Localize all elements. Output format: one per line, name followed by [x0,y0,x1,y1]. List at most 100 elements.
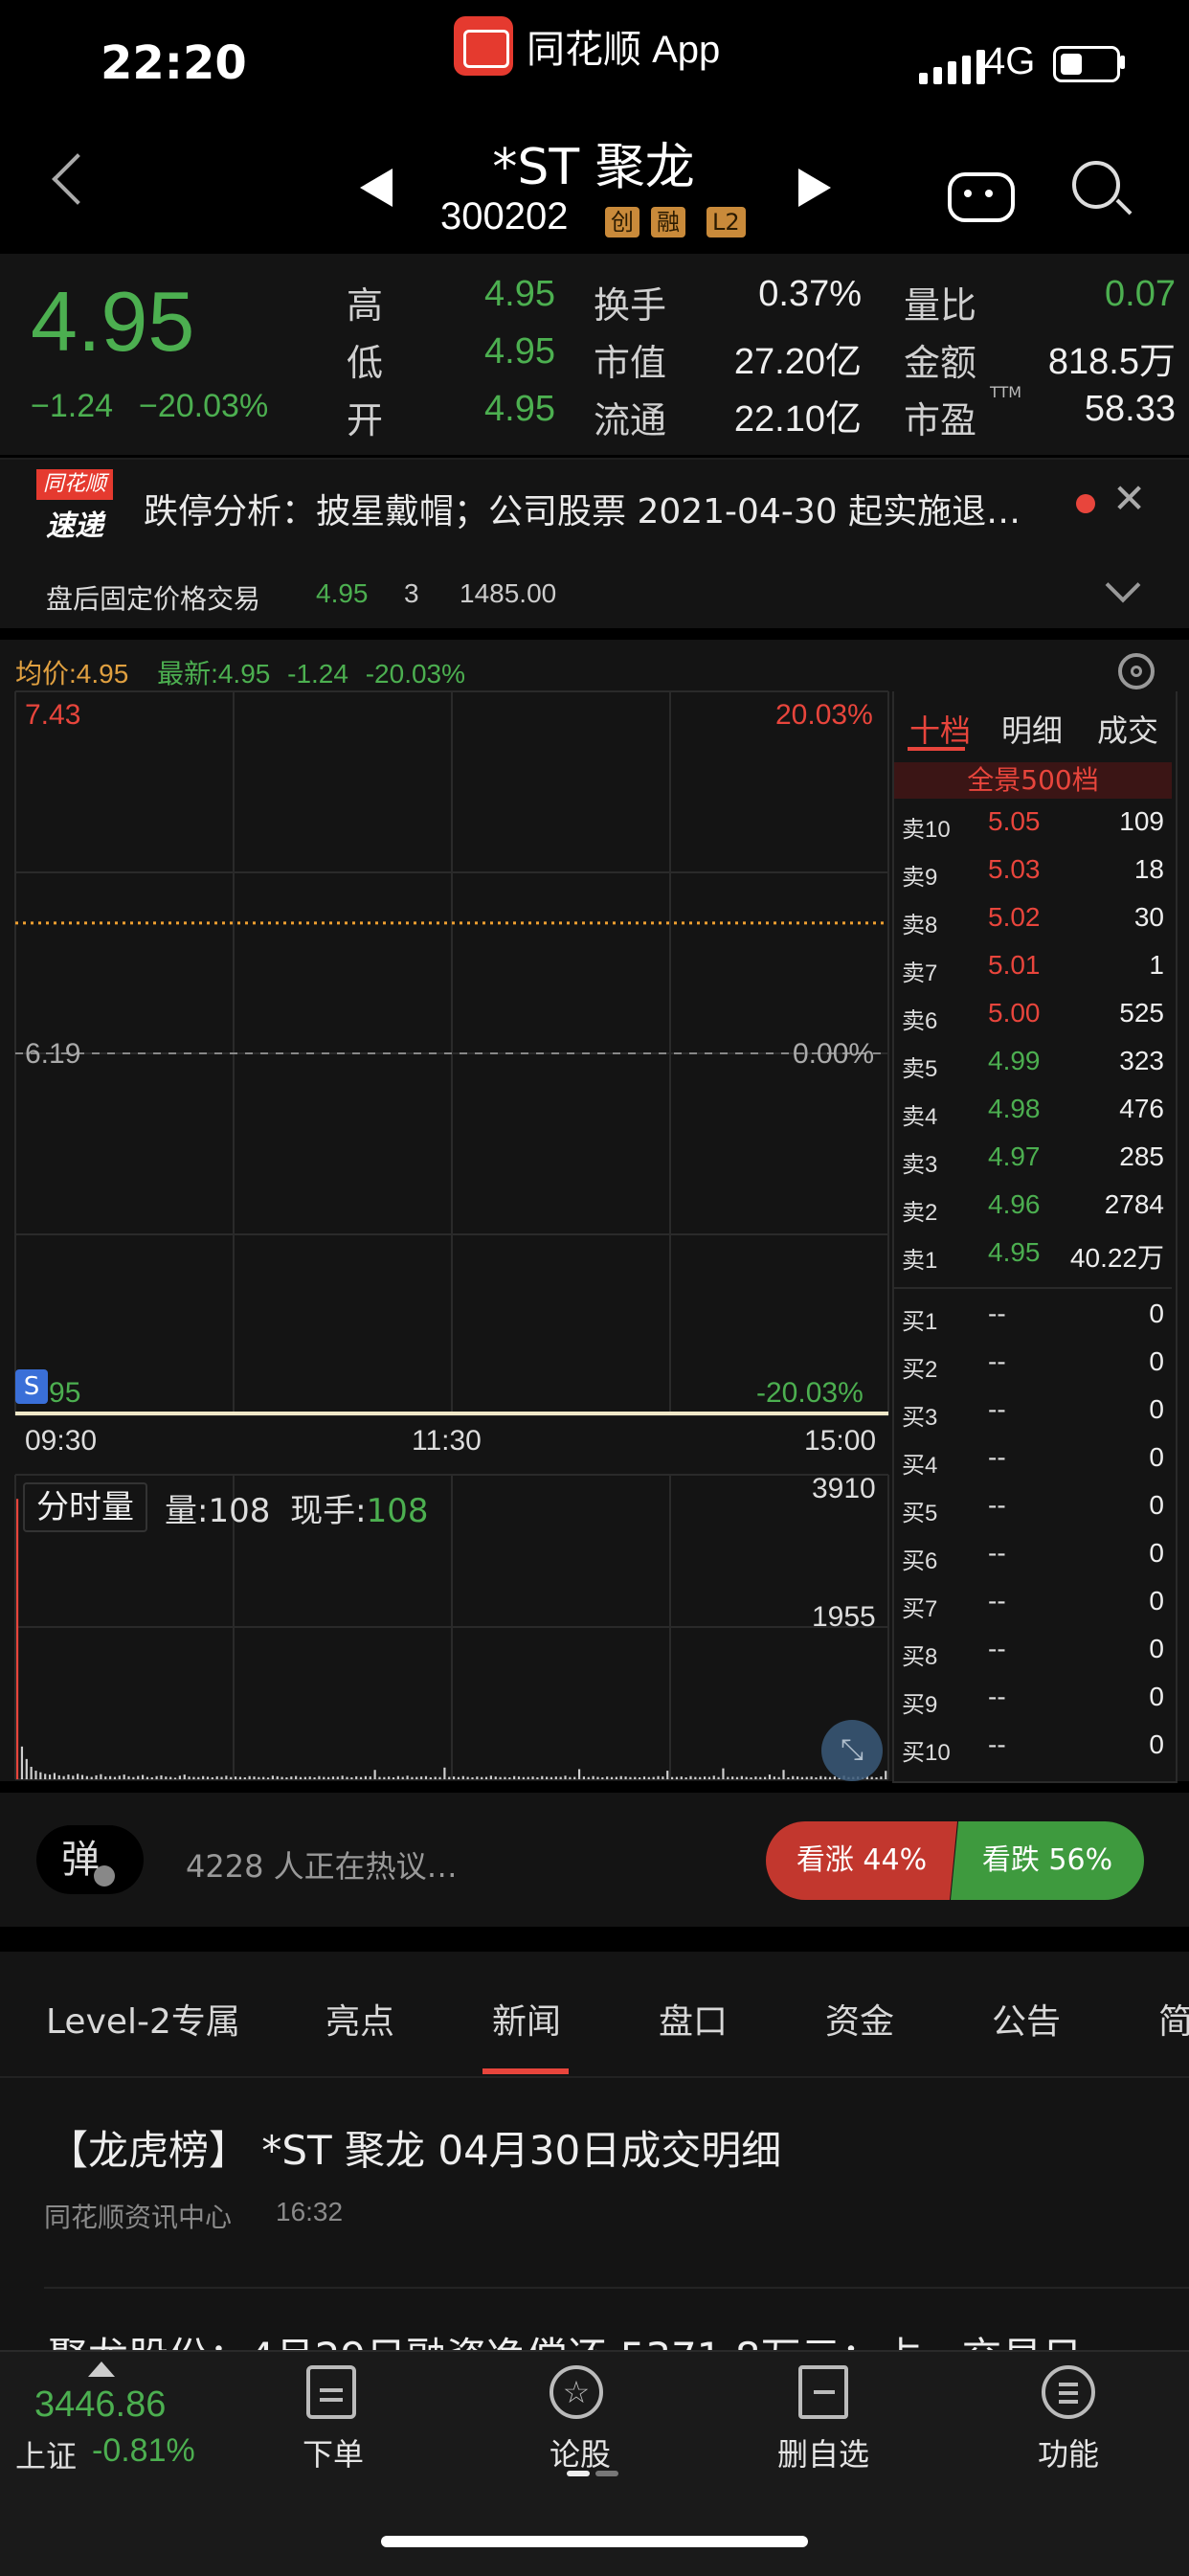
close-icon[interactable]: ✕ [1112,475,1146,522]
s-marker-icon[interactable]: S [15,1369,48,1404]
bid-row[interactable]: 买8 -- 0 [900,1630,1164,1678]
time-label-noon: 11:30 [412,1425,482,1457]
bid-row[interactable]: 买6 -- 0 [900,1534,1164,1582]
volume-bar [457,1776,460,1779]
news-item-title[interactable]: 【龙虎榜】 *ST 聚龙 04月30日成交明细 [48,2118,781,2177]
news-item-time: 16:32 [276,2197,344,2226]
book-price: -- [988,1394,1006,1424]
bid-row[interactable]: 买7 -- 0 [900,1582,1164,1630]
volume-bar [629,1776,632,1779]
ask-row[interactable]: 卖5 4.99 323 [900,1042,1164,1090]
volume-bar [57,1774,60,1779]
full-500-button[interactable]: 全景500档 [894,762,1172,799]
tab-trades[interactable]: 成交 [1097,707,1158,751]
volume-bar [513,1775,516,1779]
volume-bar [443,1767,446,1779]
ask-row[interactable]: 卖2 4.96 2784 [900,1186,1164,1233]
tab-ten-levels[interactable]: 十档 [909,707,971,751]
tab-level2[interactable]: Level-2专属 [46,1994,240,2044]
app-return-pill[interactable]: 同花顺 App [454,16,721,76]
nav-functions[interactable]: 功能 [992,2430,1145,2474]
nav-order[interactable]: 下单 [257,2430,410,2474]
nav-discuss[interactable]: 论股 [504,2430,657,2474]
gear-icon[interactable] [1118,653,1155,689]
ask-row[interactable]: 卖1 4.95 40.22万 [900,1233,1164,1281]
discussion-count[interactable]: 4228 人正在热议… [186,1842,458,1887]
news-express-text[interactable]: 跌停分析：披星戴帽；公司股票 2021-04-30 起实施退… [144,484,1021,533]
bid-row[interactable]: 买2 -- 0 [900,1343,1164,1390]
volume-bar [248,1775,251,1779]
book-level-label: 卖3 [902,1152,938,1178]
index-value[interactable]: 3446.86 [34,2384,166,2426]
ask-row[interactable]: 卖4 4.98 476 [900,1090,1164,1138]
volume-bar [448,1776,451,1779]
ask-row[interactable]: 卖10 5.05 109 [900,802,1164,850]
avg-price-label: 均价:4.95 [15,659,129,689]
ask-row[interactable]: 卖6 5.00 525 [900,994,1164,1042]
bullet-comment-icon[interactable]: 弹 [36,1825,144,1894]
volume-bar [165,1776,168,1779]
bid-row[interactable]: 买4 -- 0 [900,1438,1164,1486]
book-level-label: 买1 [902,1309,938,1335]
back-icon[interactable] [52,153,103,205]
search-icon[interactable] [1072,161,1120,209]
tab-highlights[interactable]: 亮点 [325,1994,394,2044]
nav-remove-watchlist[interactable]: 删自选 [747,2430,900,2474]
tab-profile[interactable]: 简 [1158,1994,1189,2044]
robot-assistant-icon[interactable] [948,172,1015,222]
index-expand-icon[interactable] [88,2361,115,2377]
bullish-button[interactable]: 看涨 44% [766,1821,957,1900]
volume-bar [531,1776,534,1779]
bid-row[interactable]: 买9 -- 0 [900,1678,1164,1726]
tab-funds[interactable]: 资金 [825,1994,894,2044]
bid-row[interactable]: 买5 -- 0 [900,1486,1164,1534]
book-volume: 0 [1149,1442,1164,1472]
volume-bar [828,1776,832,1779]
book-level-label: 买4 [902,1453,938,1479]
book-volume: 109 [1119,806,1164,836]
book-level-label: 卖5 [902,1056,938,1082]
ask-row[interactable]: 卖8 5.02 30 [900,898,1164,946]
next-stock-icon[interactable] [798,169,831,207]
book-level-label: 卖2 [902,1200,938,1226]
volume-bar [424,1775,428,1779]
book-volume: 525 [1119,998,1164,1028]
book-level-label: 卖1 [902,1248,938,1274]
remove-watchlist-icon[interactable] [798,2365,848,2419]
ask-row[interactable]: 卖9 5.03 18 [900,850,1164,898]
volume-bar [253,1776,256,1779]
volume-bar [689,1775,692,1779]
star-icon[interactable]: ☆ [550,2365,603,2419]
volume-bar [703,1776,707,1779]
signal-icon [919,50,985,84]
volume-bar [522,1776,525,1779]
quote-label: 流通 [594,399,667,441]
battery-icon [1053,46,1120,82]
ask-row[interactable]: 卖3 4.97 285 [900,1138,1164,1186]
tab-market[interactable]: 盘口 [659,1994,728,2044]
volume-bar [484,1776,488,1779]
tab-detail[interactable]: 明细 [1001,707,1063,751]
bid-row[interactable]: 买3 -- 0 [900,1390,1164,1438]
tab-news[interactable]: 新闻 [492,1994,561,2044]
bid-row[interactable]: 买1 -- 0 [900,1295,1164,1343]
volume-bar [336,1776,339,1779]
previous-stock-icon[interactable] [360,169,393,207]
intraday-chart[interactable] [0,688,892,1781]
menu-icon[interactable] [1042,2365,1095,2419]
bid-row[interactable]: 买10 -- 0 [900,1726,1164,1774]
expand-chart-icon[interactable]: ⤡ [821,1720,883,1781]
home-indicator[interactable] [381,2536,808,2547]
book-price: 4.95 [988,1237,1041,1267]
app-name: 同花顺 App [527,29,721,71]
order-icon[interactable] [306,2365,356,2419]
volume-bar [318,1775,321,1779]
volume-bar [280,1776,283,1779]
ask-row[interactable]: 卖7 5.01 1 [900,946,1164,994]
volume-bar [243,1776,246,1779]
volume-bar [16,1499,19,1779]
quote-label: 市值 [594,342,667,384]
volume-mode-button[interactable]: 分时量 [23,1482,147,1532]
tab-announcements[interactable]: 公告 [992,1994,1061,2044]
bearish-button[interactable]: 看跌 56% [951,1821,1144,1900]
